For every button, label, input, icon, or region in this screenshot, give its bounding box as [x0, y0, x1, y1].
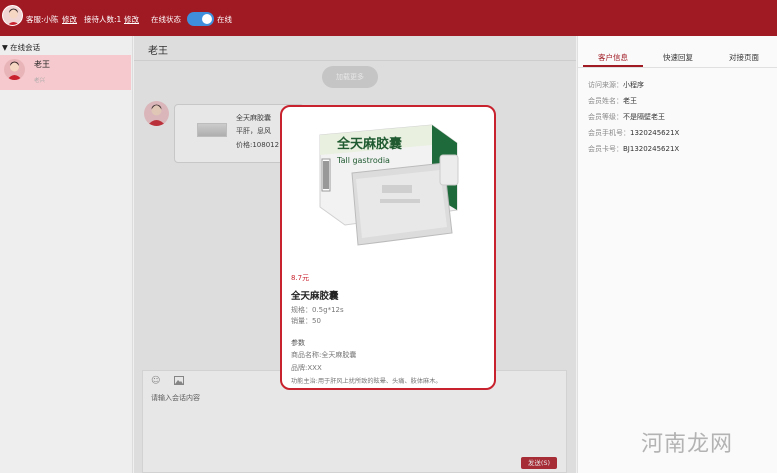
info-row-phone: 会员手机号：1320245621X — [588, 129, 680, 137]
edit-agent-link[interactable]: 修改 — [62, 15, 77, 25]
watermark: 河南龙网 — [641, 432, 734, 457]
param-brand: 品牌:XXX — [291, 364, 322, 372]
product-image: 全天麻胶囊 Tall gastrodia — [312, 115, 472, 265]
tab-customer-info[interactable]: 客户信息 — [598, 52, 628, 63]
active-tab-underline — [583, 65, 643, 67]
agent-label: 客服:小陈 — [26, 15, 59, 24]
product-sales: 销量：50 — [291, 317, 321, 325]
box-subtitle: Tall gastrodia — [336, 156, 390, 165]
session-subtext: 老兴 — [34, 78, 46, 84]
product-price: 8.7元 — [291, 274, 310, 282]
product-name: 全天麻胶囊 — [291, 291, 339, 302]
session-item[interactable]: 老王 老兴 — [0, 55, 131, 90]
tab-docking-page[interactable]: 对接页面 — [729, 52, 759, 63]
session-name: 老王 — [34, 60, 50, 69]
agent-avatar[interactable] — [2, 5, 23, 26]
status-value: 在线 — [217, 15, 232, 24]
session-sidebar: ▼ 在线会话 老王 老兴 — [0, 36, 133, 473]
edit-reception-link[interactable]: 修改 — [124, 15, 139, 25]
online-status-toggle[interactable] — [187, 12, 214, 26]
product-spec: 规格：0.5g*12s — [291, 306, 344, 314]
param-indication: 功能主治:用于肝风上扰所致的眩晕、头痛、肢体麻木。 — [291, 378, 442, 385]
customer-info-panel: 客户信息 快速回复 对接页面 访问来源：小程序 会员姓名：老王 会员等级：不是隔… — [577, 36, 777, 473]
box-title: 全天麻胶囊 — [336, 136, 403, 152]
info-row-name: 会员姓名：老王 — [588, 97, 637, 105]
info-tabs: 客户信息 快速回复 对接页面 — [578, 46, 777, 68]
online-sessions-title[interactable]: ▼ 在线会话 — [2, 42, 40, 53]
session-avatar — [4, 59, 25, 80]
reception-count-label: 接待人数:1 — [84, 15, 122, 24]
status-label: 在线状态 — [151, 15, 181, 24]
info-row-level: 会员等级：不是隔壁老王 — [588, 113, 665, 121]
product-detail-modal: 全天麻胶囊 Tall gastrodia 8.7元 全天麻胶囊 规格：0.5g*… — [280, 105, 496, 390]
info-row-card: 会员卡号：BJ1320245621X — [588, 145, 680, 153]
tab-quick-reply[interactable]: 快速回复 — [663, 52, 693, 63]
info-row-source: 访问来源：小程序 — [588, 81, 644, 89]
param-generic-name: 商品名称:全天麻胶囊 — [291, 351, 357, 359]
top-bar: 客服:小陈 修改 接待人数:1 修改 在线状态 在线 — [0, 0, 777, 36]
params-title: 参数 — [291, 339, 305, 347]
toggle-knob — [202, 14, 212, 24]
